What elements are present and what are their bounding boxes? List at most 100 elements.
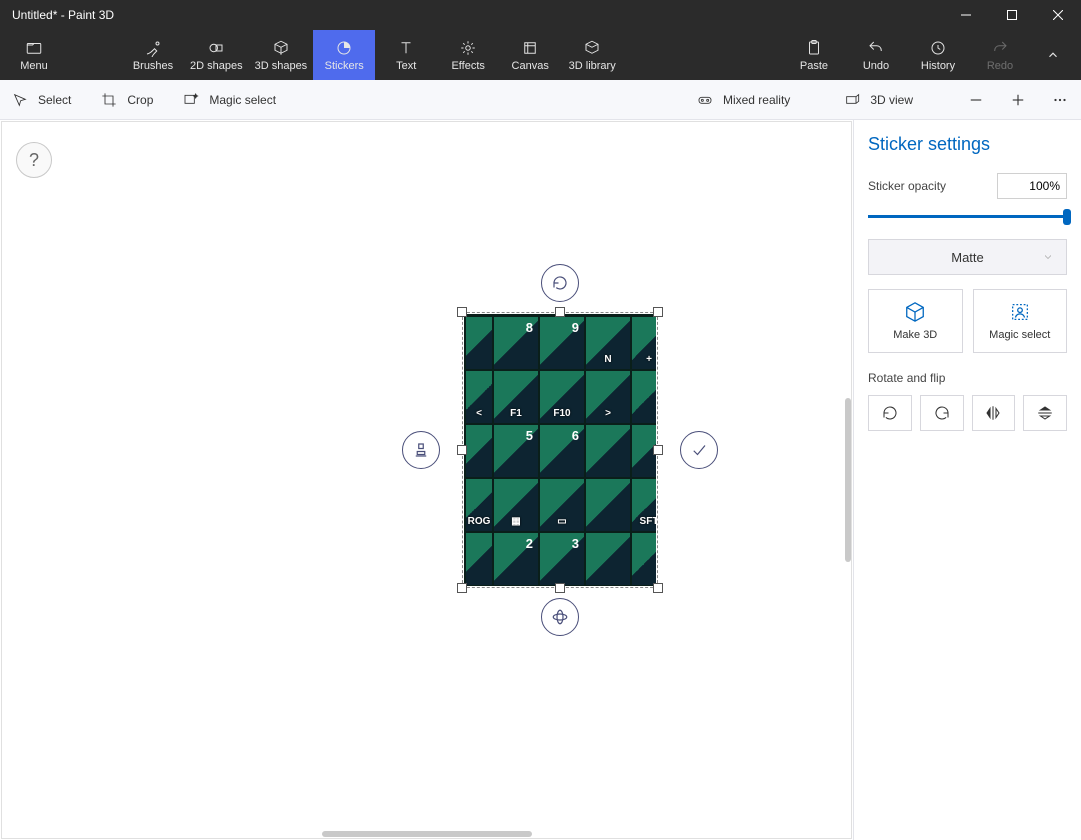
slider-thumb[interactable] — [1063, 209, 1071, 225]
brushes-icon — [144, 39, 162, 57]
paste-tab[interactable]: Paste — [783, 30, 845, 80]
sub-toolbar: Select Crop Magic select Mixed reality 3… — [0, 80, 1081, 120]
help-button[interactable]: ? — [16, 142, 52, 178]
tab-label: 3D shapes — [255, 60, 308, 72]
make-3d-button[interactable]: Make 3D — [868, 289, 963, 353]
flip-horizontal-button[interactable] — [972, 395, 1016, 431]
opacity-label: Sticker opacity — [868, 179, 946, 193]
3d-shapes-icon — [272, 39, 290, 57]
undo-icon — [867, 39, 885, 57]
rotate-ccw-button[interactable] — [868, 395, 912, 431]
handle-tl[interactable] — [457, 307, 467, 317]
tab-canvas[interactable]: Canvas — [499, 30, 561, 80]
sticker-selection[interactable]: N+<F1F10>ROG▦▭SFTNEXTINFOTABINSDEL↖SP▲CT… — [462, 312, 658, 588]
handle-tr[interactable] — [653, 307, 663, 317]
history-tab[interactable]: History — [907, 30, 969, 80]
zoom-out-button[interactable] — [967, 91, 985, 109]
3d-view-icon — [844, 92, 860, 108]
rotate-flip-label: Rotate and flip — [868, 371, 1067, 385]
magic-select-card-label: Magic select — [989, 329, 1050, 341]
commit-button[interactable] — [680, 431, 718, 469]
chevron-down-icon — [1042, 251, 1054, 263]
tab-3d-shapes[interactable]: 3D shapes — [249, 30, 314, 80]
horizontal-scrollbar[interactable] — [322, 831, 532, 837]
tab-label: 2D shapes — [190, 60, 243, 72]
material-value: Matte — [951, 250, 984, 265]
minimize-button[interactable] — [943, 0, 989, 30]
magic-select-tool[interactable]: Magic select — [183, 92, 276, 108]
chevron-up-icon — [1046, 48, 1060, 62]
tab-label: Brushes — [133, 60, 173, 72]
history-icon — [929, 39, 947, 57]
select-label: Select — [38, 93, 71, 107]
menu-tab[interactable]: Menu — [6, 30, 62, 80]
3d-view-button[interactable]: 3D view — [844, 92, 913, 108]
folder-icon — [25, 39, 43, 57]
rotate-3d-button[interactable] — [541, 598, 579, 636]
tab-label: Effects — [451, 60, 484, 72]
handle-bl[interactable] — [457, 583, 467, 593]
slider-track — [868, 215, 1067, 218]
zoom-in-button[interactable] — [1009, 91, 1027, 109]
material-dropdown[interactable]: Matte — [868, 239, 1067, 275]
tab-effects[interactable]: Effects — [437, 30, 499, 80]
rotate-cw-button[interactable] — [920, 395, 964, 431]
help-label: ? — [29, 150, 39, 171]
magic-select-label: Magic select — [209, 93, 276, 107]
stamp-icon — [412, 441, 430, 459]
titlebar: Untitled* - Paint 3D — [0, 0, 1081, 30]
undo-tab[interactable]: Undo — [845, 30, 907, 80]
cursor-icon — [12, 92, 28, 108]
handle-br[interactable] — [653, 583, 663, 593]
effects-icon — [459, 39, 477, 57]
tab-2d-shapes[interactable]: 2D shapes — [184, 30, 249, 80]
tab-text[interactable]: Text — [375, 30, 437, 80]
redo-icon — [991, 39, 1009, 57]
tab-label: Stickers — [325, 60, 364, 72]
canvas-icon — [521, 39, 539, 57]
2d-shapes-icon — [207, 39, 225, 57]
opacity-input[interactable] — [997, 173, 1067, 199]
handle-ml[interactable] — [457, 445, 467, 455]
magic-select-card-icon — [1009, 301, 1031, 323]
flip-vertical-button[interactable] — [1023, 395, 1067, 431]
tab-label: Canvas — [512, 60, 549, 72]
close-button[interactable] — [1035, 0, 1081, 30]
tab-label: Text — [396, 60, 416, 72]
history-label: History — [921, 60, 955, 72]
handle-mr[interactable] — [653, 445, 663, 455]
mixed-reality-icon — [697, 92, 713, 108]
tab-label: 3D library — [569, 60, 616, 72]
tab-3d-library[interactable]: 3D library — [561, 30, 623, 80]
more-button[interactable] — [1051, 91, 1069, 109]
rotate-z-button[interactable] — [541, 264, 579, 302]
paste-label: Paste — [800, 60, 828, 72]
canvas[interactable]: ? N+<F1F10>ROG▦▭SFTNEXTINFOTABINSDEL↖SP▲… — [1, 121, 852, 839]
redo-label: Redo — [987, 60, 1013, 72]
text-icon — [397, 39, 415, 57]
make-3d-label: Make 3D — [893, 329, 937, 341]
magic-select-button[interactable]: Magic select — [973, 289, 1068, 353]
mixed-reality-button[interactable]: Mixed reality — [697, 92, 790, 108]
handle-bm[interactable] — [555, 583, 565, 593]
crop-tool[interactable]: Crop — [101, 92, 153, 108]
ribbon: Menu Brushes 2D shapes 3D shapes Stickers Te… — [0, 30, 1081, 80]
expand-panel-button[interactable] — [1031, 30, 1075, 80]
tab-stickers[interactable]: Stickers — [313, 30, 375, 80]
rotate-z-icon — [551, 274, 569, 292]
tab-brushes[interactable]: Brushes — [122, 30, 184, 80]
maximize-button[interactable] — [989, 0, 1035, 30]
undo-label: Undo — [863, 60, 889, 72]
selection-border — [462, 312, 658, 588]
select-tool[interactable]: Select — [12, 92, 71, 108]
crop-icon — [101, 92, 117, 108]
vertical-scrollbar[interactable] — [845, 398, 851, 562]
crop-label: Crop — [127, 93, 153, 107]
stamp-button[interactable] — [402, 431, 440, 469]
flip-horizontal-icon — [984, 404, 1002, 422]
3d-library-icon — [583, 39, 601, 57]
rotate-cw-icon — [933, 404, 951, 422]
rotate-3d-icon — [551, 608, 569, 626]
handle-tm[interactable] — [555, 307, 565, 317]
opacity-slider[interactable] — [868, 207, 1067, 225]
